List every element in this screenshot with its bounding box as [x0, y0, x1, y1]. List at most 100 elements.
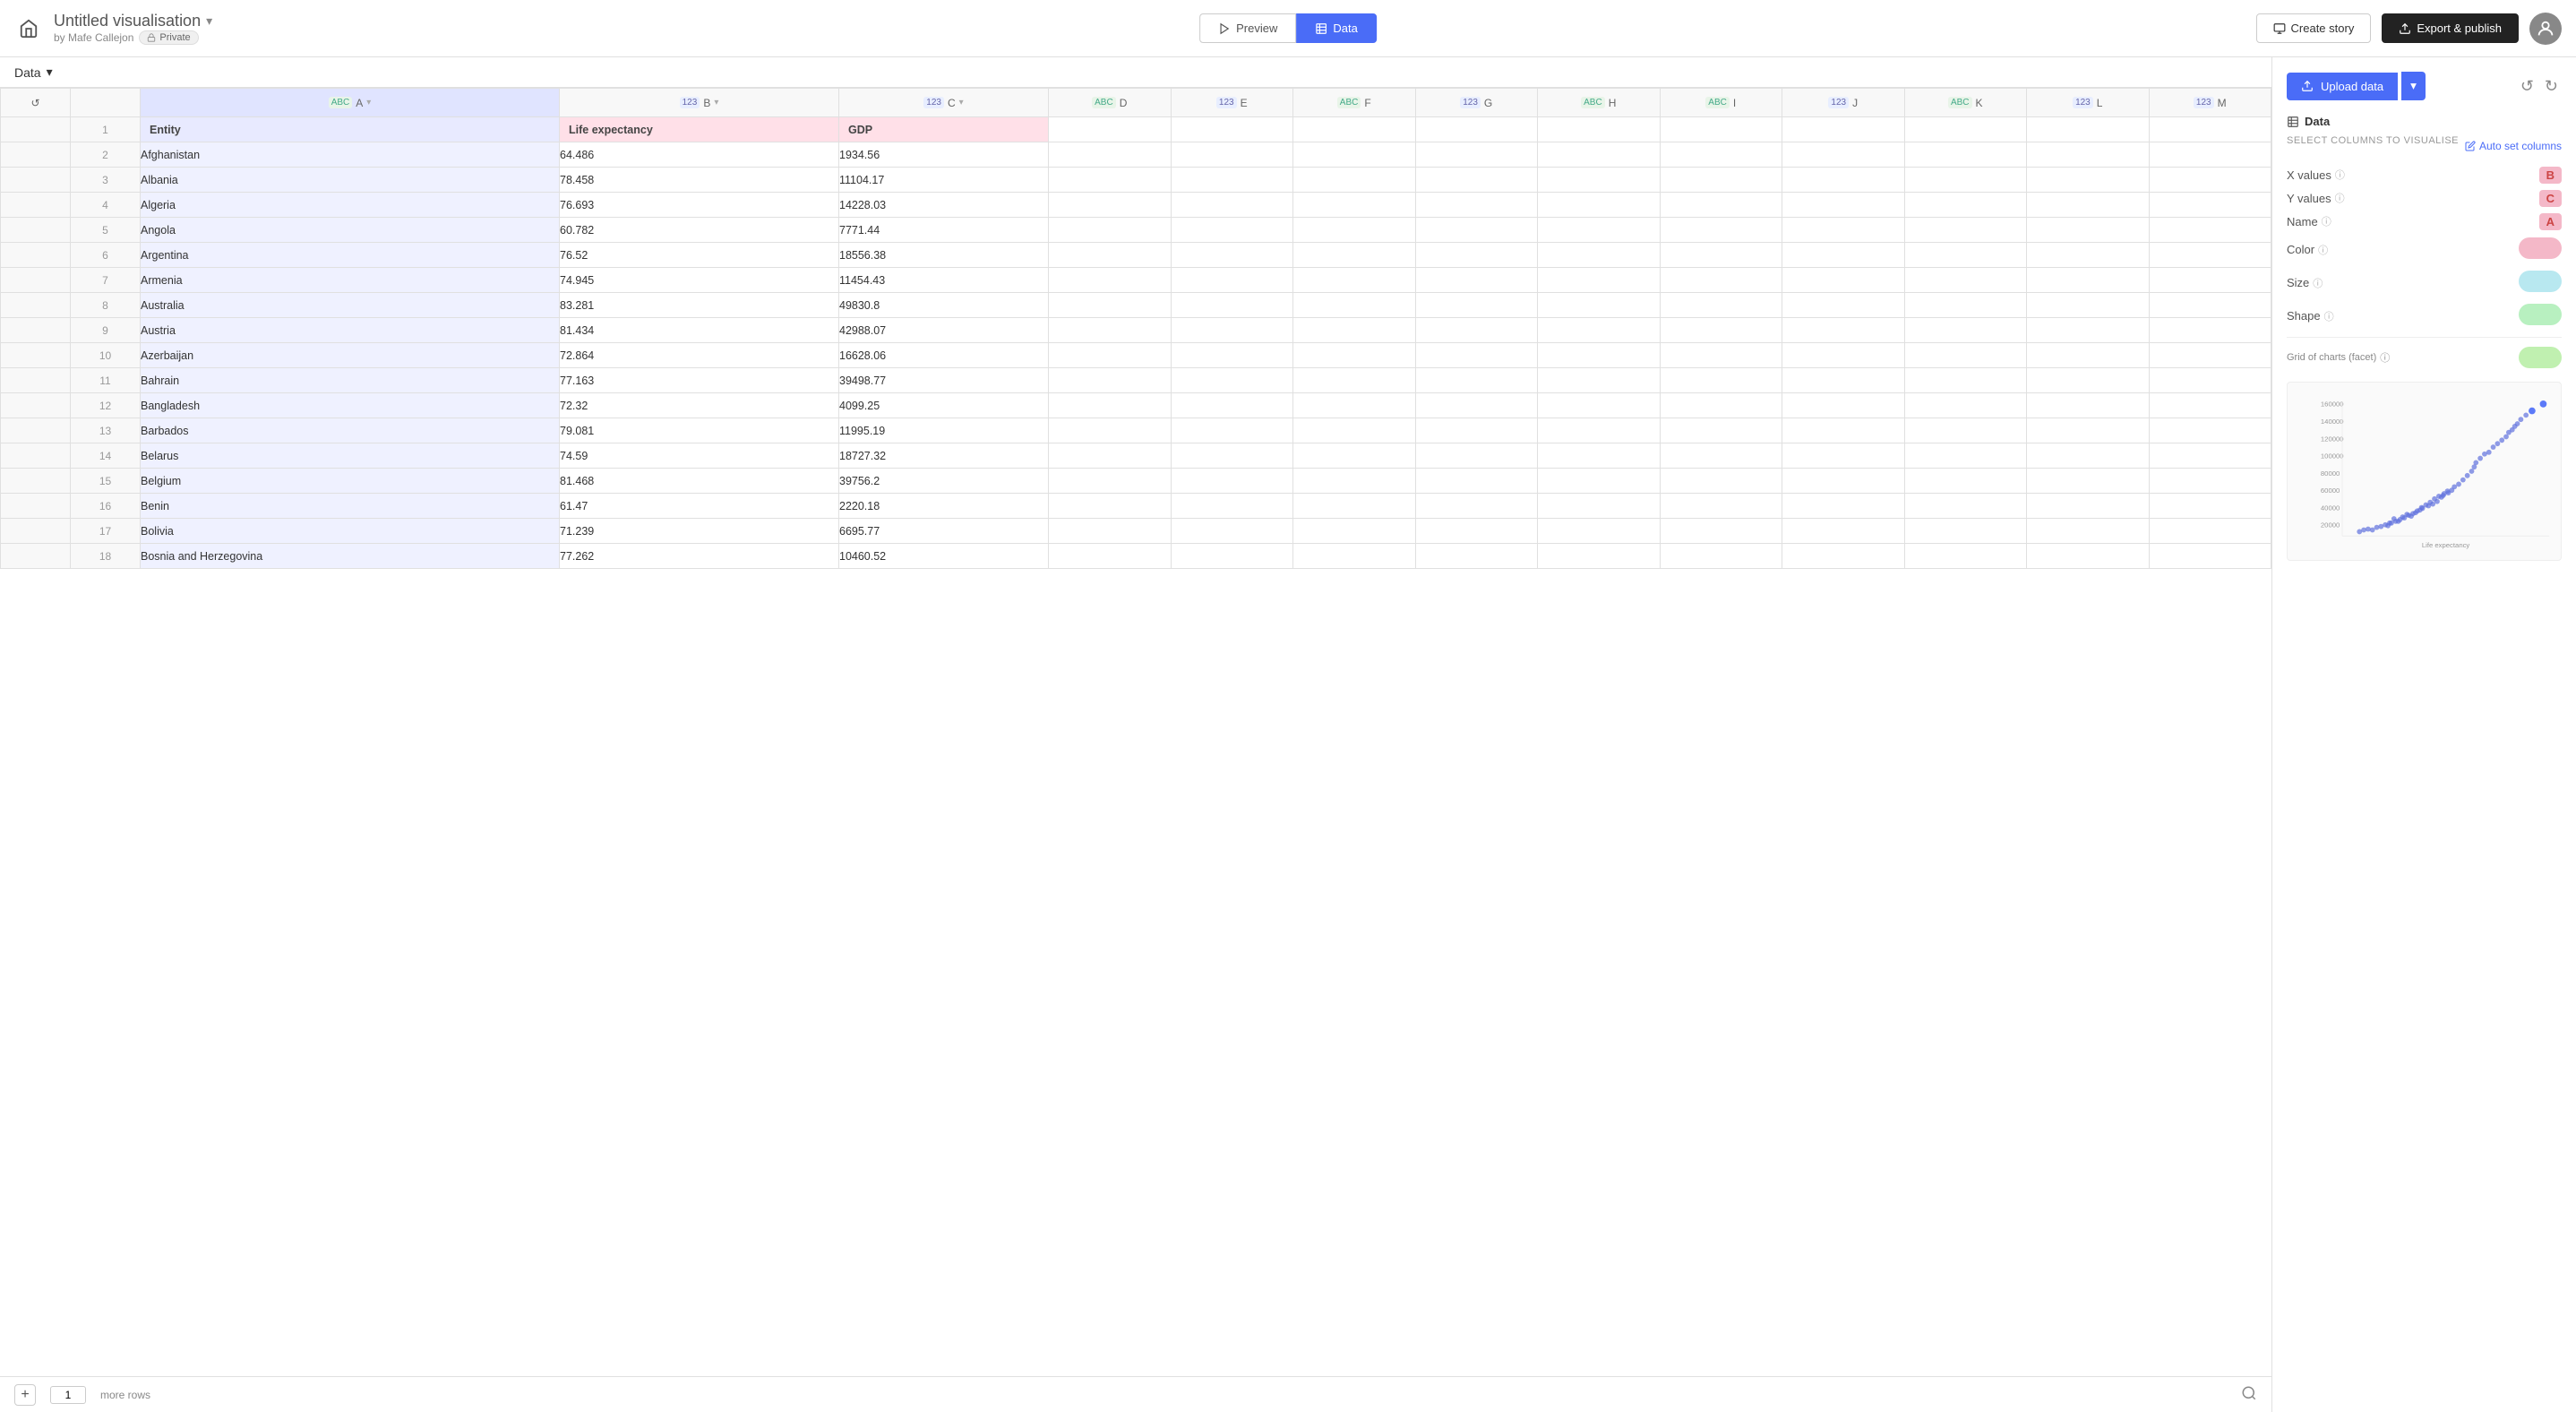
y-values-value[interactable]: C: [2539, 192, 2562, 205]
redo-button[interactable]: ↻: [2541, 73, 2562, 99]
cell-h[interactable]: [1538, 293, 1661, 318]
cell-g[interactable]: [1415, 544, 1538, 569]
cell-d[interactable]: [1049, 343, 1172, 368]
cell-m[interactable]: [2149, 293, 2271, 318]
user-avatar[interactable]: [2529, 13, 2562, 45]
cell-e[interactable]: [1171, 393, 1293, 418]
cell-i[interactable]: [1660, 393, 1782, 418]
cell-g[interactable]: [1415, 368, 1538, 393]
cell-d[interactable]: [1049, 368, 1172, 393]
cell-k[interactable]: [1904, 293, 2027, 318]
cell-a[interactable]: Entity: [141, 117, 560, 142]
cell-d[interactable]: [1049, 519, 1172, 544]
cell-b[interactable]: 60.782: [560, 218, 839, 243]
cell-h[interactable]: [1538, 243, 1661, 268]
col-header-H[interactable]: ABC H: [1538, 89, 1661, 117]
cell-m[interactable]: [2149, 393, 2271, 418]
cell-m[interactable]: [2149, 268, 2271, 293]
cell-k[interactable]: [1904, 469, 2027, 494]
cell-a[interactable]: Belarus: [141, 443, 560, 469]
cell-m[interactable]: [2149, 494, 2271, 519]
col-b-dropdown[interactable]: ▾: [714, 98, 718, 108]
cell-j[interactable]: [1782, 519, 1905, 544]
cell-l[interactable]: [2027, 443, 2150, 469]
cell-b[interactable]: 76.52: [560, 243, 839, 268]
cell-g[interactable]: [1415, 469, 1538, 494]
cell-e[interactable]: [1171, 494, 1293, 519]
cell-d[interactable]: [1049, 117, 1172, 142]
create-story-button[interactable]: Create story: [2256, 13, 2372, 43]
cell-d[interactable]: [1049, 443, 1172, 469]
cell-e[interactable]: [1171, 469, 1293, 494]
cell-i[interactable]: [1660, 142, 1782, 168]
cell-h[interactable]: [1538, 368, 1661, 393]
cell-g[interactable]: [1415, 142, 1538, 168]
cell-a[interactable]: Barbados: [141, 418, 560, 443]
cell-j[interactable]: [1782, 343, 1905, 368]
cell-f[interactable]: [1293, 318, 1416, 343]
cell-j[interactable]: [1782, 494, 1905, 519]
cell-i[interactable]: [1660, 268, 1782, 293]
cell-a[interactable]: Austria: [141, 318, 560, 343]
cell-c[interactable]: 2220.18: [839, 494, 1049, 519]
size-picker[interactable]: [2519, 271, 2562, 292]
grid-facet-picker[interactable]: [2519, 347, 2562, 368]
cell-m[interactable]: [2149, 142, 2271, 168]
y-values-badge[interactable]: C: [2539, 190, 2562, 207]
cell-f[interactable]: [1293, 243, 1416, 268]
cell-i[interactable]: [1660, 293, 1782, 318]
cell-a[interactable]: Bangladesh: [141, 393, 560, 418]
cell-l[interactable]: [2027, 293, 2150, 318]
cell-d[interactable]: [1049, 193, 1172, 218]
cell-e[interactable]: [1171, 243, 1293, 268]
cell-k[interactable]: [1904, 218, 2027, 243]
col-header-C[interactable]: 123 C ▾: [839, 89, 1049, 117]
title-chevron-icon[interactable]: ▾: [206, 13, 212, 29]
col-header-J[interactable]: 123 J: [1782, 89, 1905, 117]
cell-l[interactable]: [2027, 318, 2150, 343]
cell-g[interactable]: [1415, 318, 1538, 343]
cell-a[interactable]: Argentina: [141, 243, 560, 268]
cell-h[interactable]: [1538, 117, 1661, 142]
cell-d[interactable]: [1049, 142, 1172, 168]
cell-c[interactable]: 39756.2: [839, 469, 1049, 494]
cell-f[interactable]: [1293, 544, 1416, 569]
col-header-K[interactable]: ABC K: [1904, 89, 2027, 117]
cell-g[interactable]: [1415, 117, 1538, 142]
cell-c[interactable]: 49830.8: [839, 293, 1049, 318]
cell-h[interactable]: [1538, 193, 1661, 218]
cell-k[interactable]: [1904, 393, 2027, 418]
cell-m[interactable]: [2149, 218, 2271, 243]
cell-e[interactable]: [1171, 193, 1293, 218]
cell-d[interactable]: [1049, 318, 1172, 343]
search-icon[interactable]: [2241, 1385, 2257, 1404]
cell-a[interactable]: Azerbaijan: [141, 343, 560, 368]
cell-f[interactable]: [1293, 368, 1416, 393]
cell-c[interactable]: GDP: [839, 117, 1049, 142]
cell-j[interactable]: [1782, 443, 1905, 469]
cell-k[interactable]: [1904, 193, 2027, 218]
cell-e[interactable]: [1171, 117, 1293, 142]
cell-a[interactable]: Bosnia and Herzegovina: [141, 544, 560, 569]
cell-g[interactable]: [1415, 343, 1538, 368]
cell-k[interactable]: [1904, 243, 2027, 268]
cell-f[interactable]: [1293, 393, 1416, 418]
cell-h[interactable]: [1538, 318, 1661, 343]
cell-l[interactable]: [2027, 494, 2150, 519]
cell-e[interactable]: [1171, 544, 1293, 569]
cell-f[interactable]: [1293, 343, 1416, 368]
cell-i[interactable]: [1660, 418, 1782, 443]
data-dropdown[interactable]: Data ▾: [14, 65, 53, 80]
cell-c[interactable]: 1934.56: [839, 142, 1049, 168]
cell-g[interactable]: [1415, 519, 1538, 544]
cell-b[interactable]: 61.47: [560, 494, 839, 519]
cell-g[interactable]: [1415, 494, 1538, 519]
color-info-icon[interactable]: ⓘ: [2318, 243, 2328, 257]
size-value[interactable]: [2519, 271, 2562, 295]
shape-info-icon[interactable]: ⓘ: [2324, 309, 2334, 323]
color-value[interactable]: [2519, 237, 2562, 262]
cell-m[interactable]: [2149, 193, 2271, 218]
cell-f[interactable]: [1293, 142, 1416, 168]
cell-m[interactable]: [2149, 243, 2271, 268]
cell-k[interactable]: [1904, 368, 2027, 393]
